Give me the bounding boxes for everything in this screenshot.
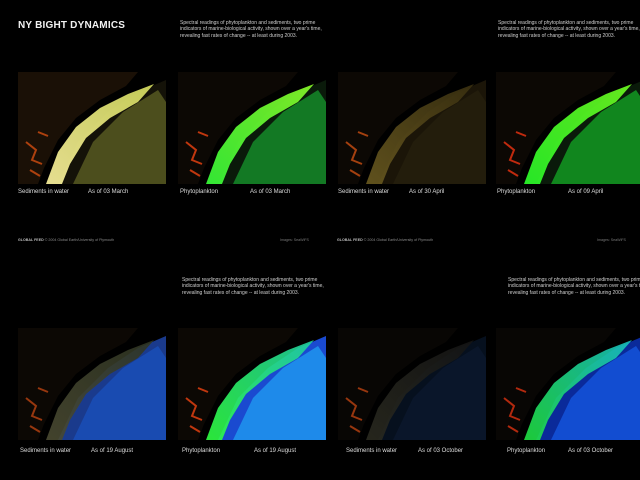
- satellite-map-graphic: [18, 328, 166, 440]
- satellite-image-sediments: [18, 72, 166, 184]
- image-credit: Images: SeaWiFS: [597, 238, 626, 242]
- satellite-map-graphic: [178, 328, 326, 440]
- panel-label: Phytoplankton: [507, 448, 546, 454]
- satellite-image-phytoplankton: [178, 72, 326, 184]
- satellite-map-graphic: [178, 72, 326, 184]
- satellite-map-graphic: [338, 328, 486, 440]
- panel-label: Sediments in water: [20, 448, 72, 454]
- panel-date: As of 03 October: [418, 448, 464, 454]
- satellite-image-phytoplankton: [496, 72, 640, 184]
- panel-date: As of 09 April: [568, 189, 604, 195]
- satellite-image-sediments: [18, 328, 166, 440]
- panel-date: As of 03 March: [250, 189, 291, 195]
- panel-label: Sediments in water: [18, 189, 70, 195]
- satellite-map-graphic: [496, 328, 640, 440]
- panel-label: Phytoplankton: [180, 189, 219, 195]
- satellite-image-sediments: [338, 328, 486, 440]
- description-text: Spectral readings of phytoplankton and s…: [498, 20, 640, 39]
- description-text: Spectral readings of phytoplankton and s…: [508, 277, 640, 296]
- description-text: Spectral readings of phytoplankton and s…: [182, 277, 324, 296]
- satellite-image-phytoplankton: [178, 328, 326, 440]
- description-text: Spectral readings of phytoplankton and s…: [180, 20, 322, 39]
- panel-date: As of 03 March: [88, 189, 129, 195]
- satellite-map-graphic: [496, 72, 640, 184]
- panel-label: Phytoplankton: [497, 189, 536, 195]
- satellite-image-sediments: [338, 72, 486, 184]
- page-title: NY BIGHT DYNAMICS: [18, 20, 126, 31]
- footer-credit: GLOBAL FEED © 2004 Global Earth/Universi…: [337, 238, 434, 242]
- panel-date: As of 30 April: [409, 189, 445, 195]
- footer-credit: GLOBAL FEED © 2004 Global Earth/Universi…: [18, 238, 115, 242]
- satellite-image-phytoplankton: [496, 328, 640, 440]
- panel-label: Phytoplankton: [182, 448, 221, 454]
- satellite-map-graphic: [18, 72, 166, 184]
- panel-date: As of 03 October: [568, 448, 614, 454]
- image-credit: Images: SeaWiFS: [280, 238, 309, 242]
- satellite-map-graphic: [338, 72, 486, 184]
- panel-date: As of 19 August: [91, 448, 134, 454]
- panel-label: Sediments in water: [338, 189, 390, 195]
- panel-date: As of 19 August: [254, 448, 297, 454]
- panel-label: Sediments in water: [346, 448, 398, 454]
